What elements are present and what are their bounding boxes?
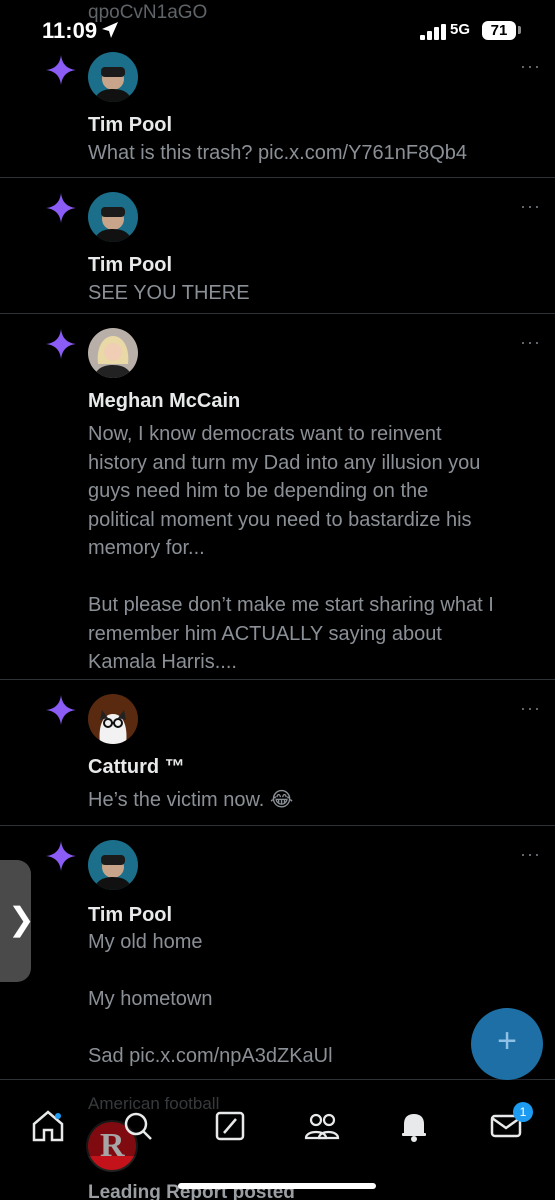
sparkle-icon bbox=[46, 329, 76, 359]
battery-tip bbox=[518, 26, 521, 34]
grok-icon[interactable] bbox=[210, 1106, 250, 1146]
more-options-button[interactable]: ··· bbox=[520, 196, 541, 217]
network-label: 5G bbox=[450, 21, 471, 38]
notification-item[interactable]: ··· Tim Pool SEE YOU THERE bbox=[0, 178, 555, 314]
notification-text: What is this trash? pic.x.com/Y761nF8Qb4 bbox=[88, 142, 468, 164]
location-arrow-icon bbox=[102, 22, 118, 38]
home-indicator[interactable] bbox=[178, 1183, 376, 1189]
author-name[interactable]: Meghan McCain bbox=[88, 390, 240, 413]
sparkle-icon bbox=[46, 193, 76, 223]
avatar[interactable] bbox=[88, 192, 138, 242]
more-options-button[interactable]: ··· bbox=[520, 56, 541, 77]
sparkle-icon bbox=[46, 55, 76, 85]
author-name[interactable]: Catturd ™ bbox=[88, 756, 185, 779]
bottom-tab-bar bbox=[0, 1096, 555, 1156]
notification-item[interactable]: ··· Tim Pool What is this trash? pic.x.c… bbox=[0, 38, 555, 178]
avatar[interactable] bbox=[88, 694, 138, 744]
notification-text: He’s the victim now. 😂 bbox=[88, 789, 294, 811]
home-icon[interactable] bbox=[28, 1106, 68, 1146]
communities-icon[interactable] bbox=[302, 1106, 342, 1146]
battery-level: 71 bbox=[490, 22, 508, 39]
avatar[interactable] bbox=[88, 328, 138, 378]
messages-badge: 1 bbox=[513, 1102, 533, 1122]
bell-icon[interactable] bbox=[394, 1106, 434, 1146]
chevron-right-icon: ❯ bbox=[8, 901, 35, 937]
author-name[interactable]: Tim Pool bbox=[88, 114, 172, 137]
plus-icon: + bbox=[497, 1022, 517, 1060]
sparkle-icon bbox=[46, 695, 76, 725]
author-name[interactable]: Tim Pool bbox=[88, 254, 172, 277]
search-icon[interactable] bbox=[118, 1106, 158, 1146]
more-options-button[interactable]: ··· bbox=[520, 698, 541, 719]
notification-text: SEE YOU THERE bbox=[88, 282, 250, 304]
compose-button[interactable]: + bbox=[471, 1008, 543, 1080]
notification-item[interactable]: ··· Catturd ™ He’s the victim now. 😂 bbox=[0, 680, 555, 826]
side-pull-tab[interactable]: ❯ bbox=[0, 860, 35, 982]
author-name[interactable]: Tim Pool bbox=[88, 904, 172, 927]
more-options-button[interactable]: ··· bbox=[520, 332, 541, 353]
notification-item[interactable]: ··· Meghan McCain Now, I know democrats … bbox=[0, 314, 555, 680]
sparkle-icon bbox=[46, 841, 76, 871]
avatar[interactable] bbox=[88, 52, 138, 102]
more-options-button[interactable]: ··· bbox=[520, 844, 541, 865]
notification-text: Now, I know democrats want to reinvent h… bbox=[88, 423, 494, 673]
avatar[interactable] bbox=[88, 840, 138, 890]
